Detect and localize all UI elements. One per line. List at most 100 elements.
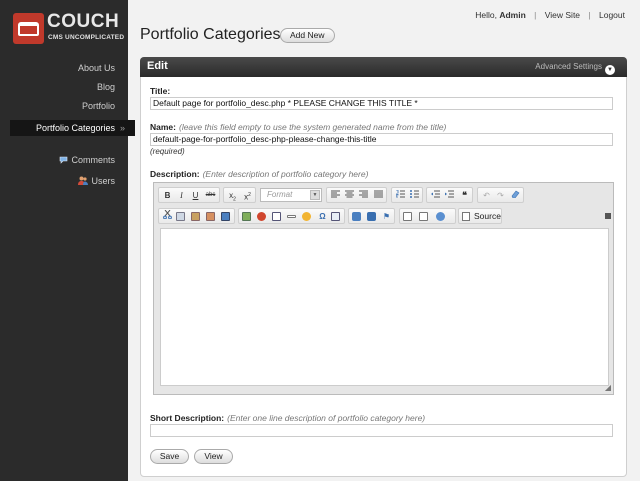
align-justify-icon[interactable]: [372, 189, 385, 202]
superscript-button[interactable]: x2: [241, 189, 254, 202]
horizontal-rule-icon[interactable]: [287, 215, 296, 218]
users-icon: [78, 176, 89, 187]
underline-button[interactable]: U: [189, 189, 202, 202]
eraser-icon[interactable]: [509, 189, 522, 202]
sidebar-item-label: Users: [91, 176, 115, 186]
view-button[interactable]: View: [194, 449, 233, 464]
alignment-group: [326, 187, 387, 203]
sidebar-item-comments[interactable]: Comments: [59, 155, 115, 166]
separator: |: [534, 10, 537, 20]
active-indicator-arrow: [128, 120, 135, 136]
logo-word: COUCH: [47, 11, 120, 32]
short-description-hint: (Enter one line description of portfolio…: [227, 413, 426, 423]
indent-icon[interactable]: [443, 189, 456, 202]
description-label: Description: (Enter description of portfo…: [150, 169, 369, 179]
indent-group: ❝: [426, 187, 473, 203]
special-char-icon[interactable]: Ω: [316, 210, 329, 223]
editor-content-area[interactable]: [160, 228, 609, 386]
cut-icon[interactable]: [161, 209, 174, 223]
image-icon[interactable]: [242, 212, 251, 221]
logout-link[interactable]: Logout: [599, 10, 625, 20]
couch-logo-icon: [13, 13, 44, 44]
strikethrough-button[interactable]: abc: [204, 189, 217, 202]
smiley-icon[interactable]: [302, 212, 311, 221]
insert-group: Ω: [238, 208, 345, 224]
sidebar-item-users[interactable]: Users: [78, 176, 115, 187]
clipboard-group: [158, 208, 235, 224]
text-style-group: B I U abc: [158, 187, 220, 203]
sidebar-item-label: Blog: [96, 82, 115, 92]
description-hint: (Enter description of portfolio category…: [202, 169, 369, 179]
view-site-link[interactable]: View Site: [545, 10, 580, 20]
link-group: ⚑: [348, 208, 395, 224]
table-icon[interactable]: [272, 212, 281, 221]
numbered-list-icon[interactable]: [394, 189, 407, 202]
align-right-icon[interactable]: [357, 189, 370, 202]
title-label: Title:: [150, 86, 171, 96]
add-new-button[interactable]: Add New: [280, 28, 335, 43]
name-hint: (leave this field empty to use the syste…: [178, 122, 447, 132]
collapse-toolbar-icon[interactable]: [605, 213, 611, 219]
sidebar-item-label: About Us: [77, 63, 115, 73]
page-break-icon[interactable]: [331, 212, 340, 221]
format-select[interactable]: Format ▼: [260, 188, 322, 202]
history-group: ↶ ↷: [477, 187, 524, 203]
preview-icon[interactable]: [419, 212, 428, 221]
user-name: Admin: [499, 10, 526, 20]
edit-panel: Edit Advanced Settings ▼ Title: Default p…: [140, 57, 627, 477]
maximize-icon[interactable]: [436, 212, 445, 221]
anchor-flag-icon[interactable]: ⚑: [380, 210, 393, 223]
list-group: [391, 187, 423, 203]
save-button[interactable]: Save: [150, 449, 189, 464]
sidebar-item-blog[interactable]: Blog: [97, 82, 115, 92]
top-links: Hello, Admin | View Site | Logout: [475, 10, 625, 20]
comment-icon: [59, 156, 68, 166]
align-left-icon[interactable]: [329, 189, 342, 202]
sidebar-item-about-us[interactable]: About Us: [78, 63, 115, 73]
align-center-icon[interactable]: [343, 189, 356, 202]
source-button[interactable]: Source: [458, 208, 502, 224]
name-input[interactable]: default-page-for-portfolio_desc-php-plea…: [150, 133, 613, 146]
paste-text-icon[interactable]: [206, 212, 215, 221]
required-note: (required): [150, 147, 185, 156]
link-icon[interactable]: [352, 212, 361, 221]
chevron-right-icon: »: [119, 123, 125, 133]
unlink-icon[interactable]: [367, 212, 376, 221]
couch-logo[interactable]: COUCH CMS UNCOMPLICATED: [13, 11, 124, 45]
short-description-input[interactable]: [150, 424, 613, 437]
sidebar-item-label: Portfolio: [81, 101, 115, 111]
dropdown-arrow-icon: ▼: [310, 190, 320, 200]
sidebar-item-portfolio-categories[interactable]: Portfolio Categories »: [10, 120, 135, 136]
italic-button[interactable]: I: [175, 189, 188, 202]
greeting-text: Hello,: [475, 10, 497, 20]
undo-icon[interactable]: ↶: [480, 189, 493, 202]
panel-header: Edit Advanced Settings ▼: [140, 57, 627, 77]
advanced-settings-label: Advanced Settings: [535, 62, 602, 71]
blockquote-icon[interactable]: ❝: [458, 189, 471, 202]
editor-toolbar-row-2: Ω ⚑: [158, 208, 458, 224]
bullet-list-icon[interactable]: [408, 189, 421, 202]
title-input[interactable]: Default page for portfolio_desc.php * PL…: [150, 97, 613, 110]
redo-icon[interactable]: ↷: [494, 189, 507, 202]
panel-title: Edit: [147, 60, 168, 72]
page-title: Portfolio Categories: [140, 26, 281, 43]
rich-text-editor: B I U abc x2 x2 Format ▼ ❝ ↶ ↷ Ω ⚑ Sourc…: [153, 182, 614, 395]
view-group: [399, 208, 456, 224]
editor-toolbar-row-1: B I U abc x2 x2 Format ▼ ❝ ↶ ↷: [158, 187, 538, 203]
paste-word-icon[interactable]: [221, 212, 230, 221]
bold-button[interactable]: B: [161, 189, 174, 202]
subscript-button[interactable]: x2: [226, 189, 239, 203]
name-label: Name: (leave this field empty to use the …: [150, 122, 447, 132]
sidebar-item-label: Portfolio Categories: [35, 123, 115, 133]
sidebar-item-portfolio[interactable]: Portfolio: [82, 101, 115, 111]
advanced-settings-toggle[interactable]: Advanced Settings ▼: [535, 62, 615, 75]
resize-handle-icon[interactable]: ◢: [605, 383, 611, 392]
outdent-icon[interactable]: [429, 189, 442, 202]
flash-icon[interactable]: [257, 212, 266, 221]
sidebar-item-label: Comments: [71, 155, 115, 165]
copy-icon[interactable]: [176, 212, 185, 221]
logo-tagline: CMS UNCOMPLICATED: [48, 34, 125, 41]
show-blocks-icon[interactable]: [403, 212, 412, 221]
source-icon: [462, 212, 470, 221]
paste-icon[interactable]: [191, 212, 200, 221]
